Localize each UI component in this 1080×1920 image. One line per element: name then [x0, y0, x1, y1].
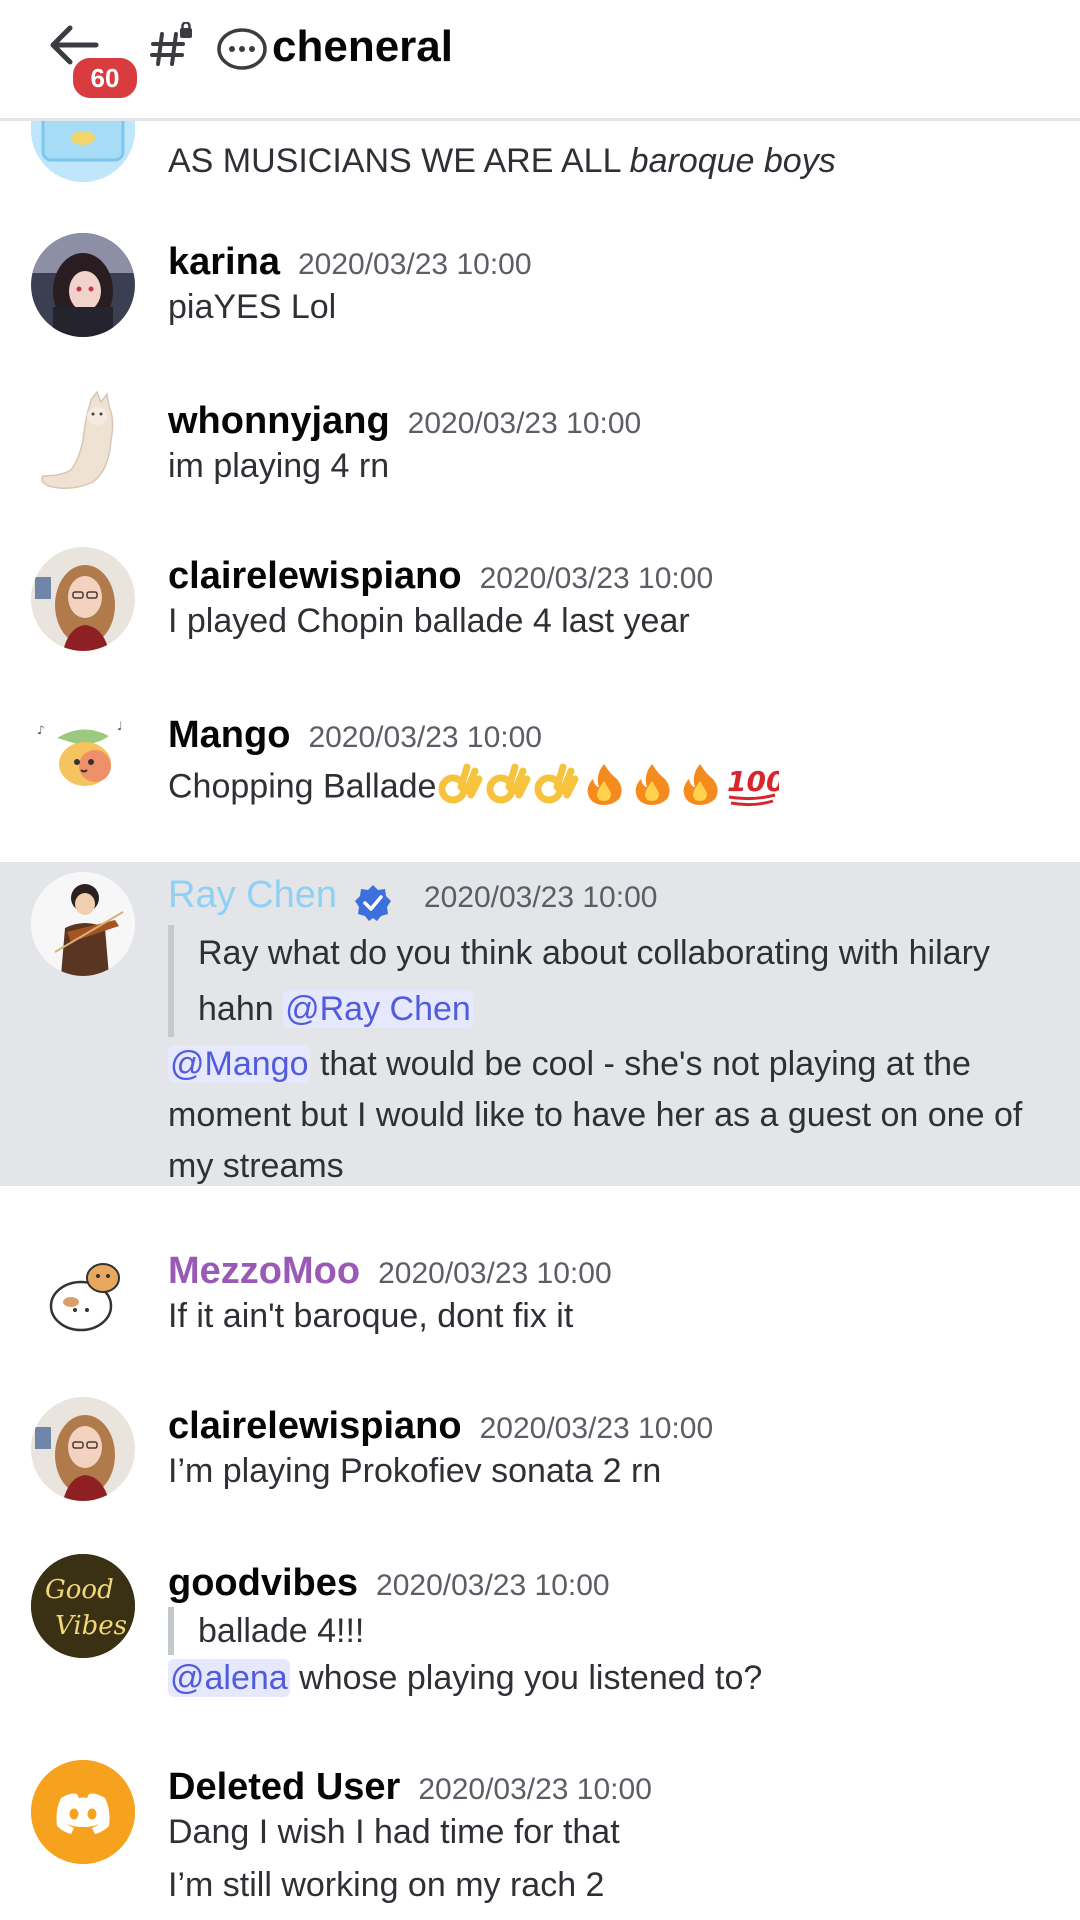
message-timestamp: 2020/03/23 10:00: [308, 721, 542, 754]
message-timestamp: 2020/03/23 10:00: [297, 248, 532, 281]
avatar[interactable]: [31, 872, 135, 976]
message-author[interactable]: karina: [168, 241, 280, 283]
discord-logo-icon: [31, 1760, 135, 1864]
message-text: @Mango that would be cool - she's not pl…: [168, 1044, 1023, 1185]
message-text: Chopping Ballade100: [168, 761, 1050, 816]
message-author[interactable]: Mango: [168, 714, 290, 756]
svg-text:Vibes: Vibes: [55, 1611, 127, 1641]
fire-icon: [581, 761, 627, 816]
message-author[interactable]: clairelewispiano: [168, 555, 462, 597]
svg-text:100: 100: [727, 765, 779, 798]
avatar[interactable]: [31, 1397, 135, 1501]
ok-hand-icon: [437, 761, 483, 816]
fire-icon: [677, 761, 723, 816]
message-timestamp: 2020/03/23 10:00: [479, 562, 714, 595]
reply-text: ballade 4!!!: [198, 1612, 365, 1650]
svg-text:♪: ♪: [37, 723, 45, 737]
ok-hand-icon: [533, 761, 579, 816]
message-text: piaYES Lol: [168, 288, 337, 326]
avatar[interactable]: [31, 390, 135, 494]
thread-icon: [217, 28, 267, 70]
message-text: @alena whose playing you listened to?: [168, 1659, 763, 1697]
message-author[interactable]: Ray Chen: [168, 874, 337, 916]
avatar[interactable]: [31, 547, 135, 651]
message-author[interactable]: Deleted User: [168, 1766, 400, 1808]
avatar[interactable]: [31, 233, 135, 337]
message-text: I’m playing Prokofiev sonata 2 rn: [168, 1452, 662, 1490]
hundred-points-icon: 100: [725, 761, 786, 816]
verified-badge-icon: [355, 884, 392, 921]
unread-count-badge: 60: [70, 55, 140, 101]
svg-text:Good: Good: [45, 1575, 114, 1605]
avatar[interactable]: ♪ ♩: [31, 704, 135, 808]
message-text: If it ain't baroque, dont fix it: [168, 1297, 574, 1335]
locked-channel-hash-icon: [150, 22, 192, 66]
avatar[interactable]: [31, 1240, 135, 1344]
channel-name[interactable]: cheneral: [272, 22, 453, 72]
reply-text: Ray what do you think about collaboratin…: [198, 933, 990, 972]
message-timestamp: 2020/03/23 10:00: [407, 407, 642, 440]
ok-hand-icon: [485, 761, 531, 816]
fire-icon: [629, 761, 675, 816]
avatar[interactable]: [31, 1760, 135, 1864]
message-author[interactable]: whonnyjang: [168, 400, 390, 442]
user-mention[interactable]: @Ray Chen: [283, 989, 473, 1028]
message-timestamp: 2020/03/23 10:00: [418, 1773, 652, 1806]
reply-text: hahn: [198, 989, 274, 1028]
message-text: Dang I wish I had time for that: [168, 1813, 620, 1851]
message-author[interactable]: goodvibes: [168, 1562, 358, 1604]
user-mention[interactable]: @alena: [168, 1659, 290, 1697]
message-timestamp: 2020/03/23 10:00: [479, 1412, 714, 1445]
message-author[interactable]: MezzoMoo: [168, 1250, 360, 1292]
message-text: I’m still working on my rach 2: [168, 1866, 605, 1904]
message-text: AS MUSICIANS WE ARE ALL baroque boys: [168, 142, 836, 180]
reply-quote[interactable]: ballade 4!!!: [168, 1607, 1050, 1655]
message-timestamp: 2020/03/23 10:00: [378, 1257, 612, 1290]
user-mention[interactable]: @Mango: [168, 1044, 311, 1083]
svg-text:♩: ♩: [117, 719, 123, 733]
message-text: I played Chopin ballade 4 last year: [168, 602, 690, 640]
message-author[interactable]: clairelewispiano: [168, 1405, 462, 1447]
avatar[interactable]: Good Vibes: [31, 1554, 135, 1658]
channel-header: 60 cheneral: [0, 0, 1080, 121]
message-timestamp: 2020/03/23 10:00: [423, 881, 658, 914]
message-text: im playing 4 rn: [168, 447, 390, 485]
reply-quote[interactable]: Ray what do you think about collaboratin…: [168, 924, 1050, 1037]
message-timestamp: 2020/03/23 10:00: [376, 1569, 610, 1602]
